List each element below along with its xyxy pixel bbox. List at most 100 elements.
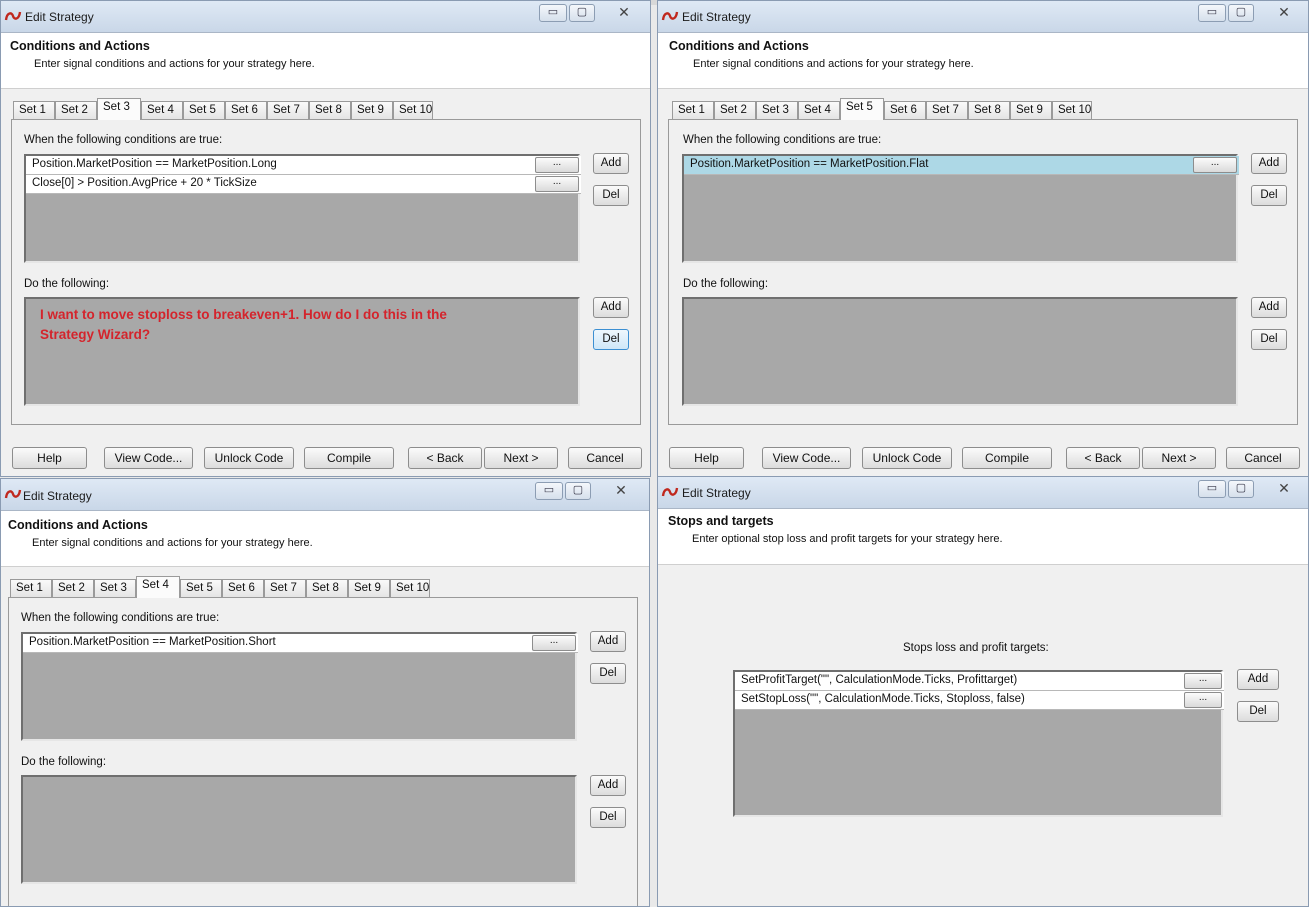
tab-set-5[interactable]: Set 5: [180, 579, 222, 598]
compile-button[interactable]: Compile: [962, 447, 1052, 469]
tab-set-10[interactable]: Set 10: [390, 579, 430, 598]
unlock-code-button[interactable]: Unlock Code: [862, 447, 952, 469]
tab-set-7[interactable]: Set 7: [267, 101, 309, 120]
cancel-button[interactable]: Cancel: [568, 447, 642, 469]
stop-row[interactable]: SetStopLoss("", CalculationMode.Ticks, S…: [735, 691, 1224, 710]
unlock-code-button[interactable]: Unlock Code: [204, 447, 294, 469]
add-action-button[interactable]: Add: [590, 775, 626, 796]
conditions-list[interactable]: Position.MarketPosition == MarketPositio…: [21, 632, 578, 741]
tab-set-10[interactable]: Set 10: [1052, 101, 1092, 120]
conditions-list[interactable]: Position.MarketPosition == MarketPositio…: [24, 154, 581, 263]
del-condition-button[interactable]: Del: [593, 185, 629, 206]
maximize-button[interactable]: ▢: [565, 482, 591, 500]
close-button[interactable]: ✕: [601, 4, 647, 22]
del-stop-button[interactable]: Del: [1237, 701, 1279, 722]
actions-list[interactable]: [682, 297, 1238, 406]
window-title: Edit Strategy: [682, 10, 751, 24]
tab-set-5[interactable]: Set 5: [840, 98, 884, 120]
tab-set-9[interactable]: Set 9: [348, 579, 390, 598]
add-action-button[interactable]: Add: [1251, 297, 1287, 318]
tab-set-8[interactable]: Set 8: [968, 101, 1010, 120]
compile-button[interactable]: Compile: [304, 447, 394, 469]
tab-set-3[interactable]: Set 3: [97, 98, 141, 120]
add-stop-button[interactable]: Add: [1237, 669, 1279, 690]
tab-set-1[interactable]: Set 1: [10, 579, 52, 598]
next-button[interactable]: Next >: [484, 447, 558, 469]
title-bar[interactable]: Edit Strategy ▭ ▢ ✕: [1, 479, 649, 511]
back-button[interactable]: < Back: [1066, 447, 1140, 469]
tab-set-4[interactable]: Set 4: [136, 576, 180, 598]
condition-row[interactable]: Position.MarketPosition == MarketPositio…: [684, 156, 1239, 175]
edit-condition-button[interactable]: ...: [535, 157, 579, 173]
tab-set-7[interactable]: Set 7: [926, 101, 968, 120]
tab-set-2[interactable]: Set 2: [55, 101, 97, 120]
tab-set-6[interactable]: Set 6: [222, 579, 264, 598]
del-condition-button[interactable]: Del: [1251, 185, 1287, 206]
view-code-button[interactable]: View Code...: [762, 447, 851, 469]
tab-set-3[interactable]: Set 3: [756, 101, 798, 120]
edit-condition-button[interactable]: ...: [532, 635, 576, 651]
tab-set-9[interactable]: Set 9: [351, 101, 393, 120]
tab-set-5[interactable]: Set 5: [183, 101, 225, 120]
tab-set-9[interactable]: Set 9: [1010, 101, 1052, 120]
title-bar[interactable]: Edit Strategy ▭ ▢ ✕: [1, 1, 650, 33]
stops-list[interactable]: SetProfitTarget("", CalculationMode.Tick…: [733, 670, 1224, 817]
edit-condition-button[interactable]: ...: [1193, 157, 1237, 173]
close-button[interactable]: ✕: [598, 482, 644, 500]
app-logo-icon: [661, 11, 679, 21]
cancel-button[interactable]: Cancel: [1226, 447, 1300, 469]
minimize-button[interactable]: ▭: [1198, 480, 1226, 498]
tab-set-4[interactable]: Set 4: [798, 101, 840, 120]
window-title: Edit Strategy: [25, 10, 94, 24]
add-condition-button[interactable]: Add: [590, 631, 626, 652]
del-action-button[interactable]: Del: [593, 329, 629, 350]
tab-set-1[interactable]: Set 1: [13, 101, 55, 120]
tab-set-2[interactable]: Set 2: [52, 579, 94, 598]
edit-strategy-window-set5: Edit Strategy ▭ ▢ ✕ Conditions and Actio…: [657, 0, 1309, 477]
maximize-button[interactable]: ▢: [569, 4, 595, 22]
edit-stop-button[interactable]: ...: [1184, 673, 1222, 689]
add-condition-button[interactable]: Add: [593, 153, 629, 174]
stop-row[interactable]: SetProfitTarget("", CalculationMode.Tick…: [735, 672, 1224, 691]
tab-panel: When the following conditions are true: …: [8, 597, 638, 906]
maximize-button[interactable]: ▢: [1228, 480, 1254, 498]
tab-set-4[interactable]: Set 4: [141, 101, 183, 120]
minimize-button[interactable]: ▭: [535, 482, 563, 500]
condition-row[interactable]: Position.MarketPosition == MarketPositio…: [26, 156, 581, 175]
tab-set-6[interactable]: Set 6: [884, 101, 926, 120]
help-button[interactable]: Help: [669, 447, 744, 469]
actions-list[interactable]: [21, 775, 577, 884]
help-button[interactable]: Help: [12, 447, 87, 469]
edit-condition-button[interactable]: ...: [535, 176, 579, 192]
add-action-button[interactable]: Add: [593, 297, 629, 318]
minimize-button[interactable]: ▭: [1198, 4, 1226, 22]
edit-stop-button[interactable]: ...: [1184, 692, 1222, 708]
title-bar[interactable]: Edit Strategy ▭ ▢ ✕: [658, 477, 1308, 509]
title-bar[interactable]: Edit Strategy ▭ ▢ ✕: [658, 1, 1308, 33]
stop-text: SetProfitTarget("", CalculationMode.Tick…: [741, 674, 1018, 686]
next-button[interactable]: Next >: [1142, 447, 1216, 469]
back-button[interactable]: < Back: [408, 447, 482, 469]
del-action-button[interactable]: Del: [1251, 329, 1287, 350]
app-logo-icon: [661, 487, 679, 497]
view-code-button[interactable]: View Code...: [104, 447, 193, 469]
close-button[interactable]: ✕: [1261, 480, 1307, 498]
close-button[interactable]: ✕: [1261, 4, 1307, 22]
condition-row[interactable]: Position.MarketPosition == MarketPositio…: [23, 634, 578, 653]
del-action-button[interactable]: Del: [590, 807, 626, 828]
del-condition-button[interactable]: Del: [590, 663, 626, 684]
tab-set-6[interactable]: Set 6: [225, 101, 267, 120]
add-condition-button[interactable]: Add: [1251, 153, 1287, 174]
tab-set-10[interactable]: Set 10: [393, 101, 433, 120]
maximize-button[interactable]: ▢: [1228, 4, 1254, 22]
tab-set-8[interactable]: Set 8: [306, 579, 348, 598]
tab-set-7[interactable]: Set 7: [264, 579, 306, 598]
tab-set-1[interactable]: Set 1: [672, 101, 714, 120]
actions-list[interactable]: I want to move stoploss to breakeven+1. …: [24, 297, 580, 406]
tab-set-3[interactable]: Set 3: [94, 579, 136, 598]
conditions-list[interactable]: Position.MarketPosition == MarketPositio…: [682, 154, 1239, 263]
minimize-button[interactable]: ▭: [539, 4, 567, 22]
tab-set-8[interactable]: Set 8: [309, 101, 351, 120]
condition-row[interactable]: Close[0] > Position.AvgPrice + 20 * Tick…: [26, 175, 581, 194]
tab-set-2[interactable]: Set 2: [714, 101, 756, 120]
